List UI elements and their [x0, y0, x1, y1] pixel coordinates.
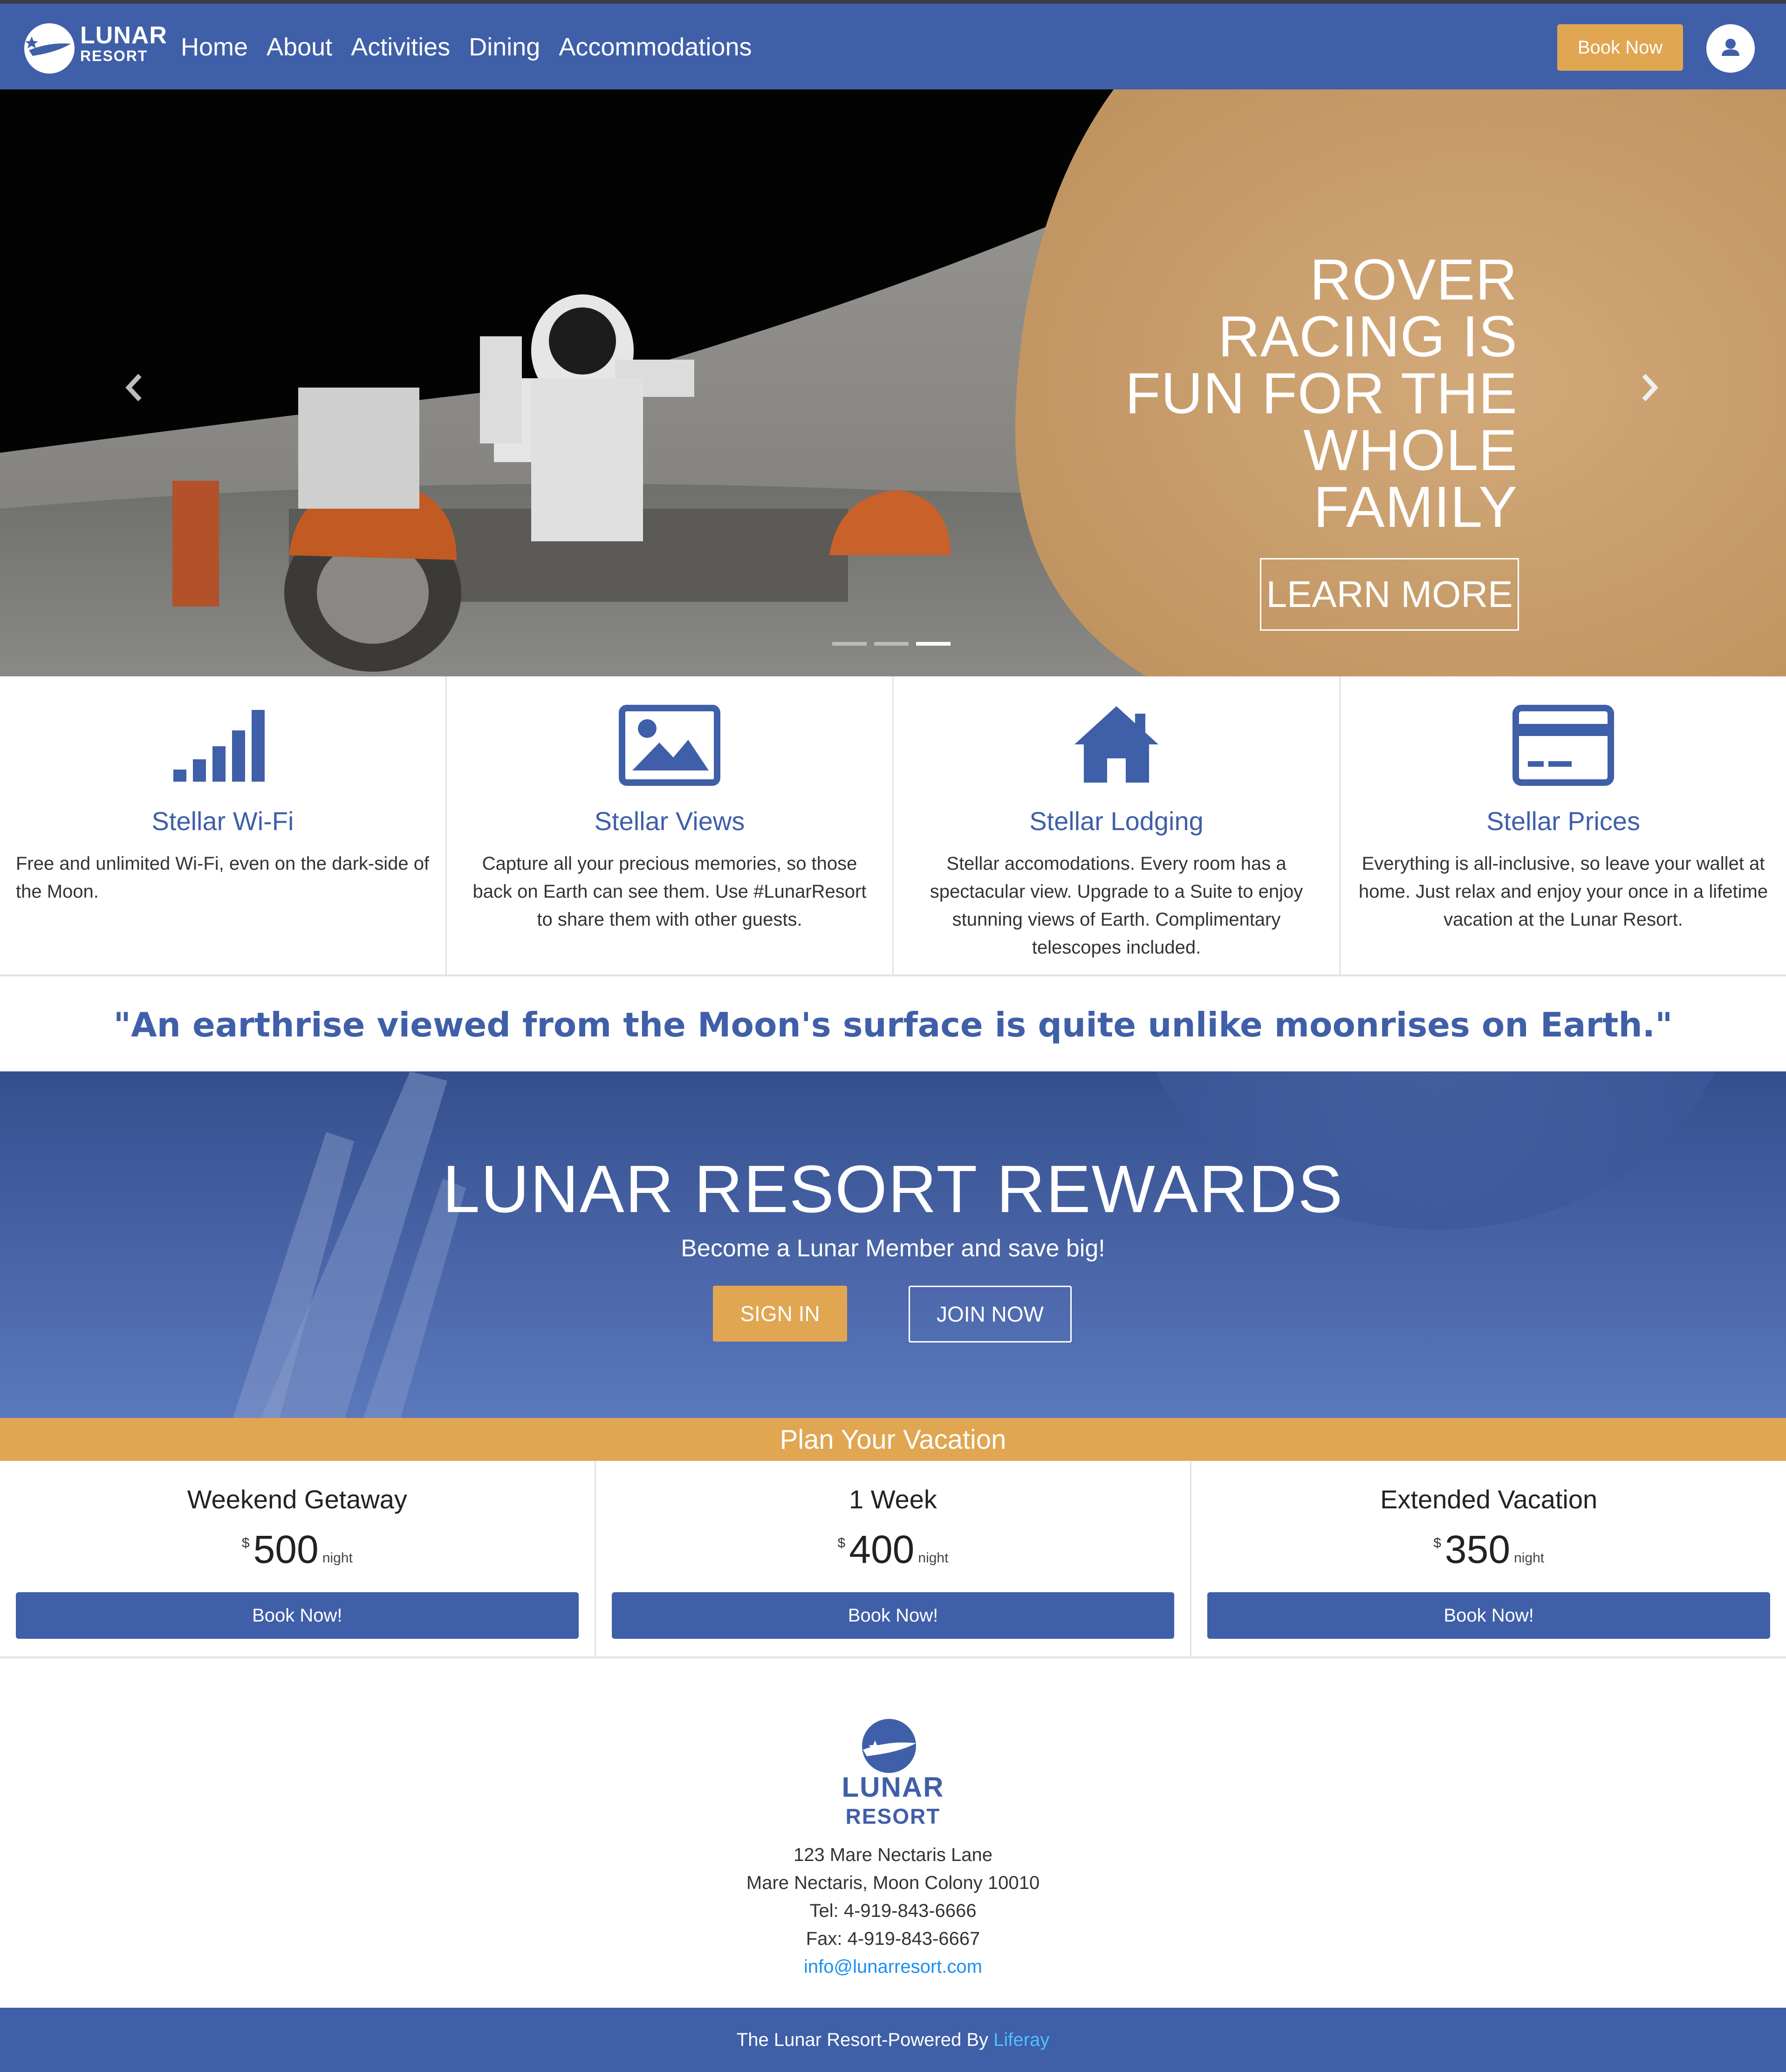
nav-accommodations[interactable]: Accommodations	[559, 33, 752, 61]
page: LUNAR RESORT Home About Activities Dinin…	[0, 0, 1786, 2072]
carousel-prev-button[interactable]	[119, 369, 147, 406]
nav-about[interactable]: About	[267, 33, 332, 61]
price-amount: 400	[849, 1527, 915, 1571]
brand-logo[interactable]: LUNAR RESORT	[24, 20, 167, 75]
rewards-subtitle: Become a Lunar Member and save big!	[681, 1235, 1105, 1262]
nav-home[interactable]: Home	[181, 33, 248, 61]
signal-bars-icon	[173, 710, 265, 782]
site-header: LUNAR RESORT Home About Activities Dinin…	[0, 4, 1786, 89]
carousel-indicator-2[interactable]	[874, 642, 909, 646]
home-icon	[1074, 706, 1158, 783]
main-nav: Home About Activities Dining Accommodati…	[181, 33, 752, 61]
package-card-weekend: Weekend Getaway $ 500 night Book Now!	[0, 1461, 596, 1658]
package-name: Extended Vacation	[1380, 1485, 1598, 1514]
feature-description: Stellar accomodations. Every room has a …	[930, 853, 1303, 958]
book-package-button[interactable]: Book Now!	[16, 1592, 579, 1639]
feature-card-views: Stellar Views Capture all your precious …	[447, 676, 894, 976]
feature-description: Capture all your precious memories, so t…	[472, 853, 867, 930]
package-price: $ 400 night	[596, 1526, 1191, 1573]
feature-card-lodging: Stellar Lodging Stellar accomodations. E…	[894, 676, 1341, 976]
price-amount: 500	[253, 1527, 319, 1571]
learn-more-button[interactable]: LEARN MORE	[1260, 558, 1519, 631]
carousel-indicator-1[interactable]	[832, 642, 867, 646]
book-package-button[interactable]: Book Now!	[611, 1592, 1175, 1639]
liferay-link[interactable]: Liferay	[993, 2030, 1049, 2051]
price-amount: 350	[1444, 1527, 1511, 1571]
earthrise-quote: "An earthrise viewed from the Moon's sur…	[113, 1005, 1673, 1044]
package-card-week: 1 Week $ 400 night Book Now!	[595, 1461, 1192, 1658]
join-now-button[interactable]: JOIN NOW	[909, 1286, 1072, 1343]
chevron-right-icon	[1642, 374, 1658, 402]
package-name: 1 Week	[849, 1485, 937, 1514]
sign-in-button[interactable]: SIGN IN	[713, 1286, 847, 1342]
carousel-next-button[interactable]	[1636, 369, 1664, 406]
feature-description: Everything is all-inclusive, so leave yo…	[1358, 853, 1768, 930]
brand-line2: RESORT	[80, 48, 148, 64]
price-currency: $	[241, 1535, 250, 1551]
plan-vacation-heading: Plan Your Vacation	[0, 1418, 1786, 1461]
powered-by-text: The Lunar Resort-Powered By	[736, 2029, 994, 2050]
price-unit: night	[918, 1550, 949, 1566]
feature-description: Free and unlimited Wi-Fi, even on the da…	[16, 853, 430, 902]
footer-moon-logo-icon	[862, 1719, 916, 1773]
price-currency: $	[837, 1535, 846, 1551]
feature-title: Stellar Wi-Fi	[151, 806, 294, 836]
package-price: $ 500 night	[0, 1526, 595, 1573]
vacation-packages: Weekend Getaway $ 500 night Book Now! 1 …	[0, 1461, 1786, 1658]
top-strip	[0, 0, 1786, 4]
powered-by-bar: The Lunar Resort-Powered By Liferay	[0, 2008, 1786, 2072]
features-row: Stellar Wi-Fi Free and unlimited Wi-Fi, …	[0, 676, 1786, 978]
footer-brand-line2: RESORT	[845, 1804, 941, 1828]
feature-card-prices: Stellar Prices Everything is all-inclusi…	[1341, 676, 1786, 976]
rewards-section: LUNAR RESORT REWARDS Become a Lunar Memb…	[0, 1071, 1786, 1418]
feature-card-wifi: Stellar Wi-Fi Free and unlimited Wi-Fi, …	[0, 676, 447, 976]
brand-line1: LUNAR	[80, 22, 167, 49]
package-name: Weekend Getaway	[187, 1485, 407, 1514]
feature-title: Stellar Lodging	[1029, 806, 1204, 836]
moon-logo-icon	[24, 23, 75, 74]
nav-activities[interactable]: Activities	[351, 33, 450, 61]
hero-carousel: ROVER RACING IS FUN FOR THE WHOLE FAMILY…	[0, 89, 1786, 676]
image-icon	[619, 705, 720, 786]
address-city: Mare Nectaris, Moon Colony 10010	[746, 1873, 1040, 1893]
nav-dining[interactable]: Dining	[469, 33, 540, 61]
credit-card-icon	[1512, 705, 1614, 786]
package-card-extended: Extended Vacation $ 350 night Book Now!	[1191, 1461, 1786, 1658]
address-street: 123 Mare Nectaris Lane	[794, 1845, 992, 1865]
feature-title: Stellar Prices	[1486, 806, 1640, 836]
carousel-indicators	[832, 642, 951, 646]
user-icon	[1722, 39, 1739, 56]
user-account-button[interactable]	[1706, 24, 1755, 73]
phone-number: Tel: 4-919-843-6666	[809, 1901, 977, 1921]
footer-address: 123 Mare Nectaris Lane Mare Nectaris, Mo…	[0, 1841, 1786, 1981]
carousel-indicator-3[interactable]	[916, 642, 951, 646]
rewards-title: LUNAR RESORT REWARDS	[442, 1152, 1344, 1227]
email-link[interactable]: info@lunarresort.com	[804, 1956, 982, 1977]
fax-number: Fax: 4-919-843-6667	[806, 1929, 980, 1949]
price-currency: $	[1433, 1535, 1441, 1551]
book-package-button[interactable]: Book Now!	[1207, 1592, 1771, 1639]
feature-title: Stellar Views	[594, 806, 745, 836]
book-now-button[interactable]: Book Now	[1557, 24, 1683, 71]
hero-title: ROVER RACING IS FUN FOR THE WHOLE FAMILY	[1125, 248, 1518, 539]
footer-brand-line1: LUNAR	[842, 1772, 944, 1803]
price-unit: night	[322, 1550, 353, 1566]
chevron-left-icon	[125, 374, 142, 402]
package-price: $ 350 night	[1191, 1526, 1786, 1573]
price-unit: night	[1514, 1550, 1545, 1566]
